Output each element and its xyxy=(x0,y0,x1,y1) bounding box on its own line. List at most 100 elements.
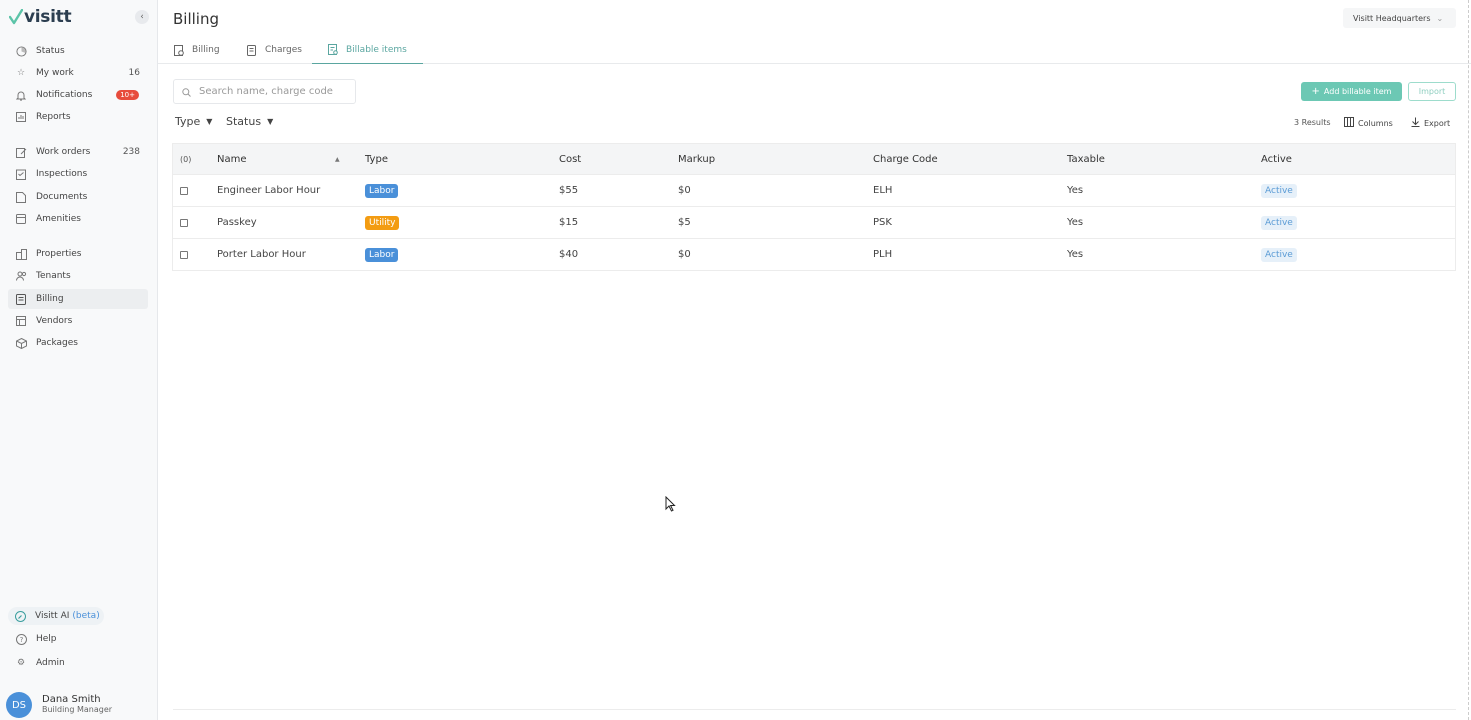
sidebar-item-inspections[interactable]: Inspections xyxy=(8,164,148,184)
item-markup: $0 xyxy=(678,249,691,260)
page-title: Billing xyxy=(173,10,219,28)
gear-icon: ⚙ xyxy=(16,658,26,668)
search-box[interactable] xyxy=(173,79,356,104)
item-taxable: Yes xyxy=(1067,249,1084,260)
row-checkbox[interactable] xyxy=(180,218,188,227)
user-profile[interactable]: DS Dana Smith Building Manager xyxy=(6,692,112,718)
mouse-cursor-icon xyxy=(665,495,676,516)
type-tag: Labor xyxy=(365,247,399,262)
avatar: DS xyxy=(6,692,32,718)
amenities-icon xyxy=(14,212,28,226)
sidebar-item-label: Properties xyxy=(36,249,82,259)
work-orders-icon xyxy=(14,145,28,159)
inspections-icon xyxy=(14,167,28,181)
caret-down-icon: ▼ xyxy=(267,117,274,126)
sidebar-item-tenants[interactable]: Tenants xyxy=(8,266,148,286)
column-header-markup[interactable]: Markup xyxy=(678,144,715,174)
table-row[interactable]: Porter Labor Hour Labor $40 $0 PLH Yes A… xyxy=(173,238,1455,270)
caret-down-icon: ▼ xyxy=(206,117,213,126)
tenants-icon xyxy=(14,269,28,283)
sidebar-item-notifications[interactable]: Notifications 10+ xyxy=(8,85,148,105)
sidebar-item-label: Status xyxy=(36,46,65,56)
item-charge-code: PSK xyxy=(873,217,892,228)
column-header-type[interactable]: Type xyxy=(365,144,388,174)
column-header-charge-code[interactable]: Charge Code xyxy=(873,144,938,174)
sidebar-item-work-orders[interactable]: Work orders 238 xyxy=(8,142,148,162)
sidebar-item-properties[interactable]: Properties xyxy=(8,244,148,264)
sidebar-item-documents[interactable]: Documents xyxy=(8,187,148,207)
sort-ascending-icon[interactable]: ▲ xyxy=(335,144,340,174)
chevron-down-icon: ⌄ xyxy=(1436,13,1444,23)
columns-icon xyxy=(1344,117,1354,130)
sidebar-item-amenities[interactable]: Amenities xyxy=(8,209,148,229)
table-row[interactable]: Passkey Utility $15 $5 PSK Yes Active xyxy=(173,206,1455,238)
add-billable-item-button[interactable]: + Add billable item xyxy=(1301,82,1402,101)
columns-label: Columns xyxy=(1358,119,1393,128)
item-name[interactable]: Engineer Labor Hour xyxy=(217,175,320,206)
logo-check-icon xyxy=(9,9,23,25)
export-button[interactable]: Export xyxy=(1411,117,1450,130)
sidebar-item-reports[interactable]: Reports xyxy=(8,107,148,127)
reports-icon xyxy=(14,110,28,124)
column-header-active[interactable]: Active xyxy=(1261,144,1292,174)
tab-charges[interactable]: Charges xyxy=(247,36,302,64)
sidebar-item-label: Tenants xyxy=(36,271,71,281)
sidebar-item-vendors[interactable]: Vendors xyxy=(8,311,148,331)
location-select[interactable]: Visitt Headquarters ⌄ xyxy=(1343,8,1456,28)
plus-icon: + xyxy=(1311,86,1320,97)
properties-icon xyxy=(14,247,28,261)
tab-label: Billable items xyxy=(346,44,407,55)
my-work-count: 16 xyxy=(128,68,140,78)
status-badge: Active xyxy=(1261,247,1297,262)
row-checkbox[interactable] xyxy=(180,186,188,195)
row-checkbox[interactable] xyxy=(180,250,188,259)
location-label: Visitt Headquarters xyxy=(1353,13,1431,23)
add-button-label: Add billable item xyxy=(1323,87,1392,96)
sidebar: visitt ‹ Status ☆ My work 16 Notificatio… xyxy=(0,0,158,720)
sidebar-item-status[interactable]: Status xyxy=(8,41,148,61)
sidebar-item-visitt-ai[interactable]: Visitt AI (beta) xyxy=(8,607,104,625)
search-icon xyxy=(182,82,191,101)
status-filter-label: Status xyxy=(226,115,262,128)
billable-items-table: (0) Name ▲ Type Cost Markup Charge Code … xyxy=(172,143,1456,271)
item-cost: $15 xyxy=(559,217,579,228)
tab-label: Billing xyxy=(192,45,220,55)
user-name: Dana Smith xyxy=(42,694,101,705)
tab-label: Charges xyxy=(265,45,302,55)
search-input[interactable] xyxy=(199,86,349,97)
status-badge: Active xyxy=(1261,183,1297,198)
item-taxable: Yes xyxy=(1067,217,1084,228)
select-all-count[interactable]: (0) xyxy=(180,144,191,174)
column-header-taxable[interactable]: Taxable xyxy=(1067,144,1105,174)
divider xyxy=(173,709,1456,710)
type-filter[interactable]: Type ▼ xyxy=(175,115,212,128)
item-name[interactable]: Porter Labor Hour xyxy=(217,239,306,270)
help-icon: ? xyxy=(14,632,28,646)
sidebar-item-help[interactable]: ? Help xyxy=(8,629,148,649)
sidebar-item-my-work[interactable]: ☆ My work 16 xyxy=(8,63,148,83)
logo[interactable]: visitt xyxy=(9,6,72,28)
import-button[interactable]: Import xyxy=(1408,82,1456,101)
sidebar-item-packages[interactable]: Packages xyxy=(8,333,148,353)
columns-button[interactable]: Columns xyxy=(1344,117,1393,130)
status-filter[interactable]: Status ▼ xyxy=(226,115,273,128)
billing-tab-icon xyxy=(174,44,184,56)
sidebar-item-label: Help xyxy=(36,634,57,644)
sidebar-item-label: Documents xyxy=(36,192,88,202)
documents-icon xyxy=(14,190,28,204)
sidebar-item-admin[interactable]: ⚙ Admin xyxy=(8,653,148,673)
tab-billable-items[interactable]: Billable items xyxy=(312,36,423,64)
export-label: Export xyxy=(1424,119,1451,128)
tab-billing[interactable]: Billing xyxy=(174,36,220,64)
column-header-cost[interactable]: Cost xyxy=(559,144,581,174)
item-name[interactable]: Passkey xyxy=(217,207,257,238)
packages-icon xyxy=(14,336,28,350)
chevron-left-icon: ‹ xyxy=(140,12,144,22)
svg-text:?: ? xyxy=(19,636,23,644)
type-filter-label: Type xyxy=(175,115,201,128)
table-row[interactable]: Engineer Labor Hour Labor $55 $0 ELH Yes… xyxy=(173,174,1455,206)
collapse-sidebar-button[interactable]: ‹ xyxy=(135,10,149,24)
sidebar-item-label: Notifications xyxy=(36,90,93,100)
sidebar-item-billing[interactable]: Billing xyxy=(8,289,148,309)
column-header-name[interactable]: Name xyxy=(217,144,247,174)
